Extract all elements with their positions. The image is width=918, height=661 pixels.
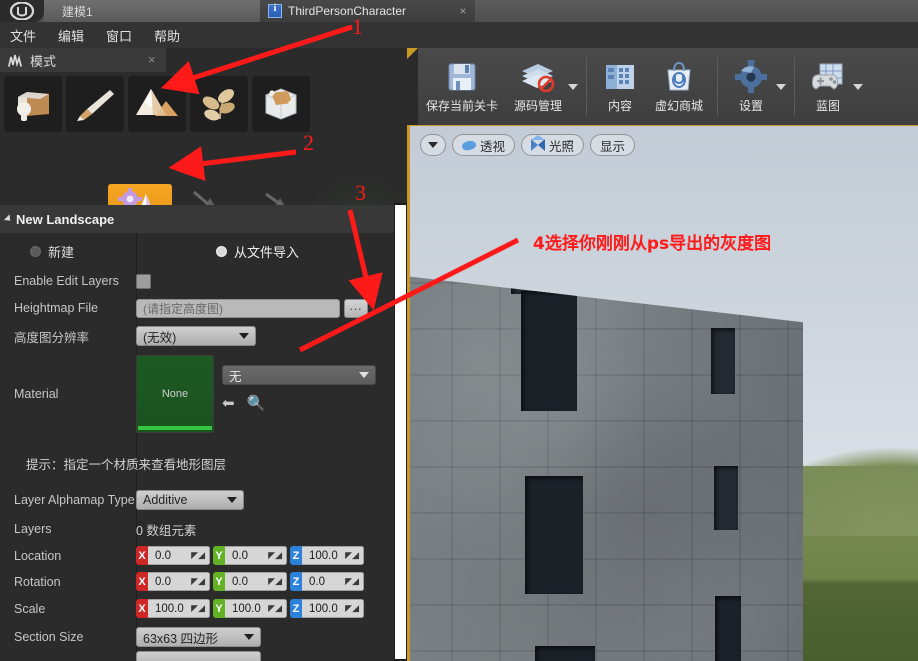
annotation-number-1: 1: [352, 14, 363, 39]
annotation-text-4: 4选择你刚刚从ps导出的灰度图: [533, 234, 772, 254]
annotation-number-2: 2: [303, 130, 314, 155]
annotation-arrows: [160, 24, 520, 353]
annotation-number-3: 3: [355, 180, 366, 205]
unreal-editor-window: 建模1 ThirdPersonCharacter × 文件 编辑 窗口 帮助 模…: [0, 0, 918, 661]
